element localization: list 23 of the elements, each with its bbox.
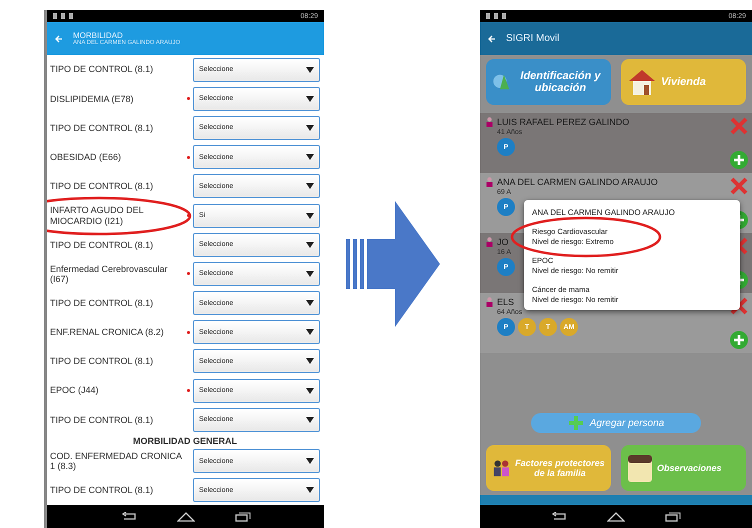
screen-title: MORBILIDAD	[73, 31, 123, 40]
field-label: OBESIDAD (E66)	[50, 152, 122, 162]
field-label: TIPO DE CONTROL (8.1)	[50, 181, 154, 192]
field-label: TIPO DE CONTROL (8.1)	[50, 122, 154, 134]
dialog-title: ANA DEL CARMEN GALINDO ARAUJO	[532, 208, 676, 217]
field-label: COD. ENFERMEDAD CRONICA 1 (8.3)	[50, 450, 183, 472]
field-label: TIPO DE CONTROL (8.1)	[50, 64, 154, 75]
field-label: ENF.RENAL CRONICA (8.2)	[50, 327, 165, 338]
field-label: EPOC (J44)	[50, 385, 100, 396]
field-label: DISLIPIDEMIA (E78)	[50, 94, 135, 104]
field-label: INFARTO AGUDO DEL MIOCARDIO (I21)	[50, 205, 144, 226]
field-label: TIPO DE CONTROL (8.1)	[50, 240, 154, 250]
person-name: JO	[497, 237, 509, 247]
field-label: TIPO DE CONTROL (8.1)	[50, 485, 154, 496]
person-name: ELS	[497, 297, 514, 307]
field-label: TIPO DE CONTROL (8.1)	[50, 356, 154, 367]
person-name: LUIS RAFAEL PEREZ GALINDO	[497, 117, 630, 127]
field-label: TIPO DE CONTROL (8.1)	[50, 414, 154, 426]
screen-title: SIGRI Movil	[506, 33, 560, 44]
field-label: Enfermedad Cerebrovascular (I67)	[50, 264, 169, 284]
person-name: ANA DEL CARMEN GALINDO ARAUJO	[497, 177, 658, 187]
section-heading: MORBILIDAD GENERAL	[132, 436, 238, 446]
field-label: TIPO DE CONTROL (8.1)	[50, 298, 154, 308]
